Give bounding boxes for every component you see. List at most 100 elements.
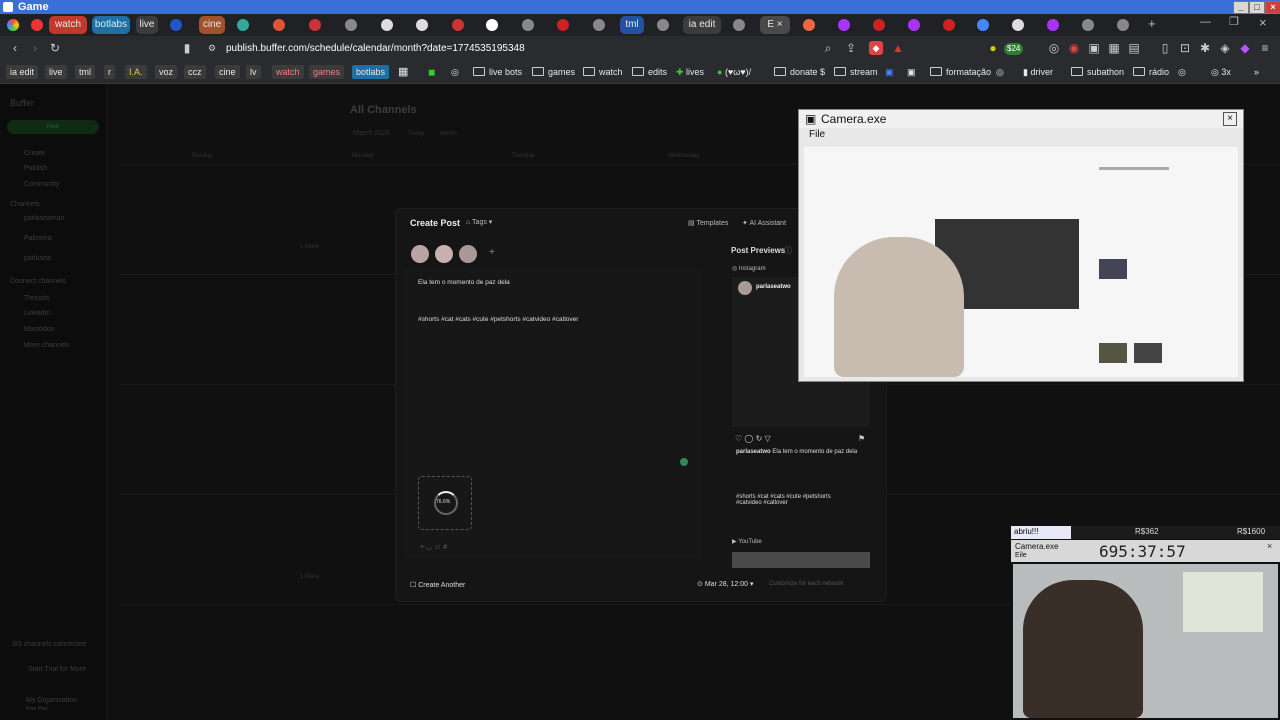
info-icon[interactable]: ⓘ	[784, 245, 792, 256]
tab-icon[interactable]	[657, 19, 669, 31]
bookmark-ia[interactable]: I.A.	[125, 65, 147, 79]
connect-mastodon[interactable]: Mastodon	[24, 326, 55, 333]
bookmark-lv[interactable]: lv	[246, 65, 261, 79]
bookmark-driver[interactable]: ▮ driver	[1023, 65, 1053, 79]
bookmark-ccz[interactable]: ccz	[184, 65, 206, 79]
tab-watch[interactable]: watch	[49, 16, 87, 34]
tab-icon[interactable]	[381, 19, 393, 31]
templates-button[interactable]: ▤ Templates	[688, 219, 728, 227]
connect-more[interactable]: More channels	[24, 342, 70, 349]
minimize-icon[interactable]: _	[1233, 1, 1249, 14]
tab-icon[interactable]	[309, 19, 321, 31]
sidebar-item-create[interactable]: Create	[24, 150, 45, 157]
minimize-icon[interactable]: —	[1200, 16, 1211, 28]
today-button[interactable]: Today	[408, 131, 424, 137]
tab-ia-edit[interactable]: ia edit	[683, 16, 721, 34]
extension-icon[interactable]: ▣	[1087, 41, 1101, 55]
bookmark-circle-icon[interactable]: ◎	[996, 65, 1004, 79]
back-icon[interactable]: ‹	[8, 41, 22, 55]
tab-icon[interactable]	[522, 19, 534, 31]
more-link[interactable]: 1 More	[300, 574, 319, 580]
tab-icon[interactable]	[1117, 19, 1129, 31]
menu-icon[interactable]: ≡	[1258, 41, 1272, 55]
tab-icon[interactable]	[345, 19, 357, 31]
tab-icon[interactable]	[452, 19, 464, 31]
customize-button[interactable]: Customize for each network	[769, 581, 843, 587]
tab-active[interactable]: E ×	[760, 16, 790, 34]
bookmark-globe-icon[interactable]: ◎	[451, 65, 459, 79]
buffer-logo[interactable]: Buffer	[10, 98, 34, 108]
site-info-icon[interactable]: ⚙	[205, 41, 219, 55]
bookmark-games[interactable]: games	[309, 65, 345, 79]
tab-tml[interactable]: tml	[620, 16, 644, 34]
bookmark-globe-icon[interactable]: ◎	[1178, 65, 1186, 79]
sidebar-item-publish[interactable]: Publish	[24, 165, 47, 172]
media-upload-tile[interactable]: 76.6%	[418, 476, 472, 530]
create-another-toggle[interactable]: ☐ Create Another	[410, 581, 465, 589]
avatar[interactable]	[411, 245, 429, 263]
bookmark-tml[interactable]: tml	[75, 65, 95, 79]
url-field[interactable]: publish.buffer.com/schedule/calendar/mon…	[226, 40, 806, 57]
start-trial-link[interactable]: Start Trial for More	[28, 666, 86, 673]
close-icon[interactable]: ×	[1265, 1, 1280, 14]
tab-icon[interactable]	[733, 19, 745, 31]
ai-assistant-button[interactable]: ✦ AI Assistant	[742, 219, 786, 227]
bookmark-voz[interactable]: voz	[155, 65, 178, 79]
connect-threads[interactable]: Threads	[24, 295, 50, 302]
maximize-icon[interactable]: □	[1249, 1, 1265, 14]
browser-logo-icon[interactable]	[7, 19, 19, 31]
channel-parlaseaman[interactable]: parlaseaman	[24, 215, 64, 222]
bookmark-stream-folder[interactable]: stream	[834, 65, 878, 79]
bookmark-radio-folder[interactable]: rádio	[1133, 65, 1169, 79]
tab-icon[interactable]	[873, 19, 885, 31]
bookmark-donate-folder[interactable]: donate $	[774, 65, 825, 79]
tab-icon[interactable]	[557, 19, 569, 31]
bookmark-formatacao-folder[interactable]: formatação	[930, 65, 991, 79]
extension-icon[interactable]: ▤	[1127, 41, 1141, 55]
bookmark-icon[interactable]: ▮	[180, 41, 194, 55]
camera-close-icon[interactable]: ×	[1223, 112, 1237, 126]
tab-botlabs[interactable]: botlabs	[92, 16, 130, 34]
camera-menu-file[interactable]: File	[809, 129, 825, 140]
bookmark-tv-icon[interactable]: ▣	[885, 65, 894, 79]
bookmark-botlabs[interactable]: botlabs	[352, 65, 390, 79]
tab-icon[interactable]	[273, 19, 285, 31]
new-post-button[interactable]: New	[7, 120, 99, 134]
extension-icon[interactable]: ◉	[1067, 41, 1081, 55]
reload-icon[interactable]: ↻	[48, 41, 62, 55]
wallet-badge[interactable]: $24	[1004, 43, 1024, 55]
more-bookmarks-icon[interactable]: »	[1254, 65, 1259, 79]
more-link[interactable]: 1 More	[300, 244, 319, 250]
bookmark-watch[interactable]: watch	[272, 65, 304, 79]
ai-icon[interactable]: ◆	[1238, 41, 1252, 55]
bookmark-ia-edit[interactable]: ia edit	[6, 65, 39, 79]
tab-icon[interactable]	[486, 19, 498, 31]
tab-icon[interactable]	[838, 19, 850, 31]
bookmark-watch-folder[interactable]: watch	[583, 65, 623, 79]
org-name[interactable]: My Organization	[26, 697, 77, 704]
zoom-icon[interactable]: ⌕	[821, 41, 835, 55]
tab-icon[interactable]	[593, 19, 605, 31]
youtube-channel[interactable]: ▶ YouTube	[732, 538, 762, 545]
bookmark-3x[interactable]: ◎ 3x	[1211, 65, 1231, 79]
brave-shield-icon[interactable]: ◆	[869, 41, 883, 55]
add-channel-icon[interactable]: +	[489, 247, 495, 258]
tab-search-icon[interactable]: ⊡	[1178, 41, 1192, 55]
tab-icon[interactable]	[1082, 19, 1094, 31]
close-window-icon[interactable]: ×	[1259, 15, 1267, 30]
bookmark-cine[interactable]: cine	[215, 65, 240, 79]
bookmark-live-bots[interactable]: live bots	[473, 65, 522, 79]
tags-button[interactable]: ⌂ Tags ▾	[466, 218, 492, 226]
avatar[interactable]	[459, 245, 477, 263]
tab-icon[interactable]	[803, 19, 815, 31]
schedule-date-button[interactable]: ⊙ Mar 28, 12:00 ▾	[697, 580, 753, 588]
bookmark-face[interactable]: ● (♥ω♥)/	[717, 65, 751, 79]
bookmark-games-folder[interactable]: games	[532, 65, 575, 79]
post-editor[interactable]: Ela tem o momento de paz dela #shorts #c…	[404, 269, 702, 559]
extension-icon[interactable]: ●	[986, 41, 1000, 55]
extensions-icon[interactable]: ✱	[1198, 41, 1212, 55]
new-tab-icon[interactable]: +	[1148, 16, 1156, 31]
overlay-cam-menu[interactable]: Eile	[1015, 552, 1027, 559]
bookmark-lives[interactable]: ✚ lives	[676, 65, 704, 79]
instagram-channel[interactable]: ◎ Instagram	[732, 265, 766, 272]
